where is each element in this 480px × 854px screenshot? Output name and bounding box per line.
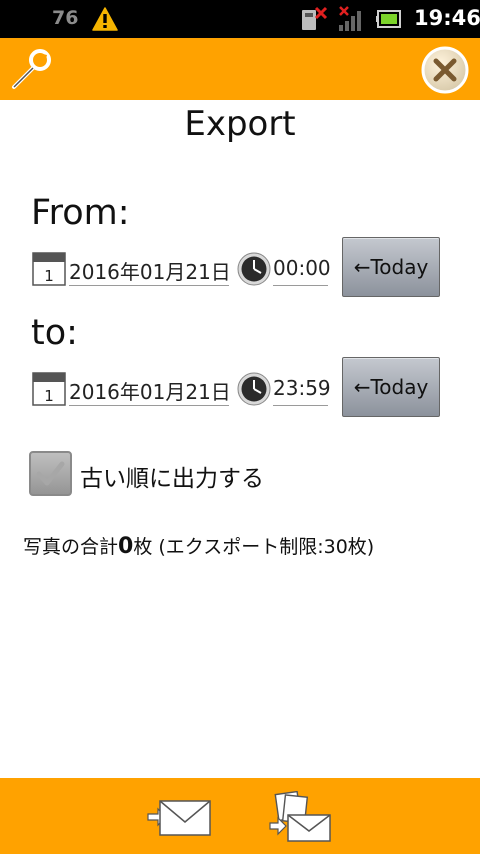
- wrench-icon[interactable]: [6, 44, 56, 94]
- status-clock: 19:46: [414, 6, 480, 30]
- send-multiple-mail-icon[interactable]: [268, 791, 332, 843]
- summary-suffix: 枚 (エクスポート制限:30枚): [133, 536, 375, 558]
- warning-icon: [92, 7, 118, 31]
- from-time-field[interactable]: 00:00: [273, 252, 331, 286]
- status-bar: 76 19:46: [0, 0, 480, 38]
- summary-prefix: 写真の合計: [23, 536, 119, 558]
- svg-text:1: 1: [44, 387, 54, 405]
- oldest-first-checkbox[interactable]: [29, 451, 72, 496]
- clock-icon[interactable]: [237, 372, 271, 406]
- export-screen: 76 19:46 Export From: 1 2016年01月21日 00:0…: [0, 0, 480, 854]
- calendar-icon[interactable]: 1: [32, 372, 66, 406]
- no-signal-icon: [339, 6, 361, 31]
- svg-text:1: 1: [44, 267, 54, 285]
- from-label: From:: [31, 193, 130, 233]
- top-bar: [0, 38, 480, 100]
- oldest-first-label: 古い順に出力する: [80, 466, 264, 492]
- page-title: Export: [184, 104, 296, 144]
- photo-count: 0: [118, 534, 134, 559]
- to-label: to:: [31, 313, 78, 353]
- from-row: 1 2016年01月21日 00:00 ←Today: [0, 237, 480, 299]
- sim-error-icon: [302, 6, 328, 30]
- to-row: 1 2016年01月21日 23:59 ←Today: [0, 357, 480, 419]
- checkmark-icon: [36, 461, 65, 486]
- send-mail-icon[interactable]: [146, 798, 212, 838]
- to-today-button[interactable]: ←Today: [342, 357, 440, 417]
- battery-icon: [376, 10, 401, 28]
- to-date-field[interactable]: 2016年01月21日: [69, 372, 231, 406]
- calendar-icon[interactable]: 1: [32, 252, 66, 286]
- bottom-bar: [0, 778, 480, 854]
- to-time-field[interactable]: 23:59: [273, 372, 331, 406]
- clock-icon[interactable]: [237, 252, 271, 286]
- photo-count-summary: 写真の合計0枚 (エクスポート制限:30枚): [23, 532, 374, 559]
- from-today-button[interactable]: ←Today: [342, 237, 440, 297]
- close-icon[interactable]: [420, 45, 470, 95]
- from-date-field[interactable]: 2016年01月21日: [69, 252, 231, 286]
- status-level-text: 76: [52, 7, 79, 29]
